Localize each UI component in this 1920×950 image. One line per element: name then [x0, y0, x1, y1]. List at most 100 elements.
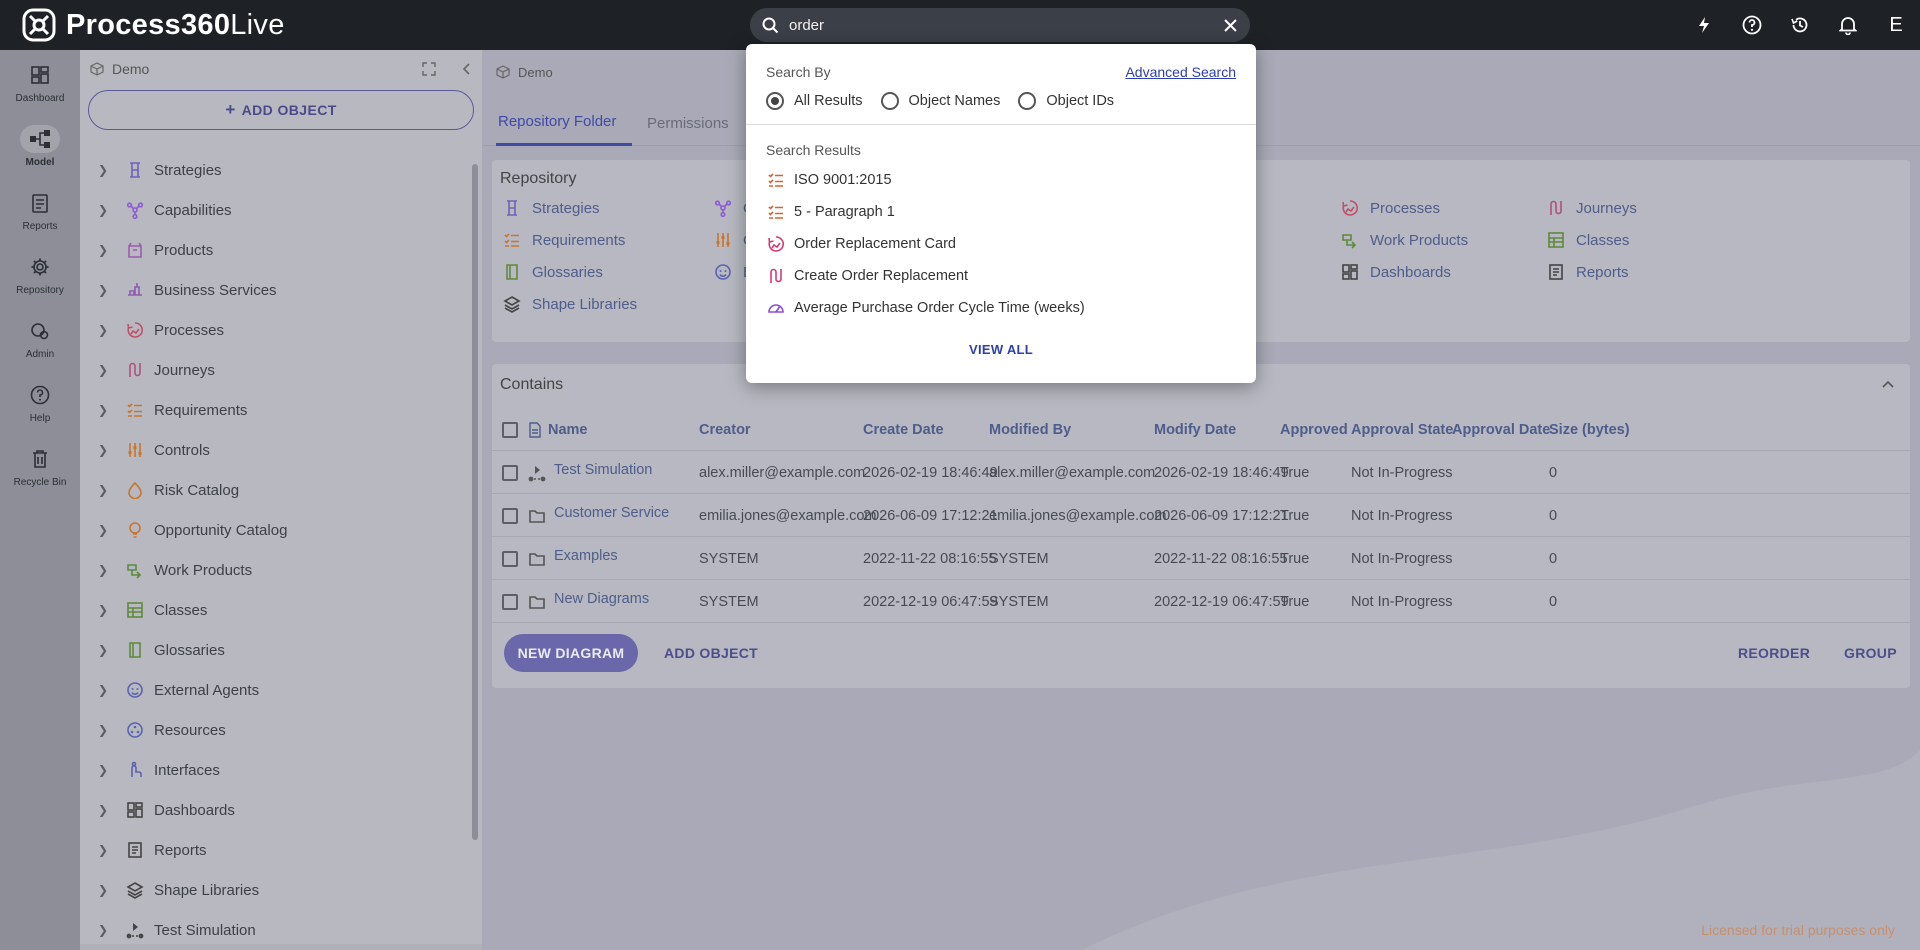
tab-repository-folder[interactable]: Repository Folder [496, 100, 632, 146]
chevron-right-icon[interactable]: ❯ [98, 323, 114, 337]
radio-circle[interactable] [1018, 92, 1037, 110]
repo-link-classes[interactable]: Classes [1546, 230, 1629, 250]
column-header[interactable]: Creator [699, 408, 751, 451]
repo-link-processes[interactable]: Processes [1340, 198, 1440, 218]
repo-link-reports[interactable]: Reports [1546, 262, 1629, 282]
repo-link-shapes[interactable]: Shape Libraries [502, 294, 637, 314]
row-checkbox[interactable] [502, 580, 518, 623]
column-header[interactable]: Modified By [989, 408, 1071, 451]
chevron-right-icon[interactable]: ❯ [98, 803, 114, 817]
radio-object-names[interactable]: Object Names [880, 92, 1000, 110]
chevron-right-icon[interactable]: ❯ [98, 363, 114, 377]
table-row[interactable]: Test Simulation alex.miller@example.com 20… [492, 451, 1910, 494]
tree-item-opportunity[interactable]: ❯ Opportunity Catalog [80, 510, 468, 550]
chevron-right-icon[interactable]: ❯ [98, 883, 114, 897]
new-diagram-button[interactable]: NEW DIAGRAM [504, 634, 638, 672]
chevron-right-icon[interactable]: ❯ [98, 243, 114, 257]
cell-name[interactable]: Test Simulation [554, 448, 652, 491]
add-object-button[interactable]: ADD OBJECT [664, 634, 758, 672]
cell-name[interactable]: Customer Service [554, 491, 669, 534]
tree-item-journeys[interactable]: ❯ Journeys [80, 350, 468, 390]
tree-item-classes[interactable]: ❯ Classes [80, 590, 468, 630]
column-header[interactable]: Size (bytes) [1549, 408, 1630, 451]
repo-link-workproducts[interactable]: Work Products [1340, 230, 1468, 250]
chevron-right-icon[interactable]: ❯ [98, 283, 114, 297]
column-header[interactable]: Approved [1280, 408, 1348, 451]
chevron-right-icon[interactable]: ❯ [98, 203, 114, 217]
nav-recycle-bin[interactable]: Recycle Bin [0, 434, 80, 498]
chevron-up-icon[interactable] [1882, 380, 1894, 388]
radio-object-ids[interactable]: Object IDs [1018, 92, 1114, 110]
tree-item-services[interactable]: ❯ Business Services [80, 270, 468, 310]
clear-search-icon[interactable] [1223, 18, 1238, 33]
row-checkbox[interactable] [502, 494, 518, 537]
radio-circle[interactable] [880, 92, 899, 110]
tree-item-risk[interactable]: ❯ Risk Catalog [80, 470, 468, 510]
search-result-item[interactable]: Order Replacement Card [766, 228, 1236, 260]
chevron-right-icon[interactable]: ❯ [98, 683, 114, 697]
tree-item-strategies[interactable]: ❯ Strategies [80, 150, 468, 190]
repo-link-glossaries[interactable]: Glossaries [502, 262, 603, 282]
tree-item-resources[interactable]: ❯ Resources [80, 710, 468, 750]
view-all-button[interactable]: VIEW ALL [746, 342, 1256, 357]
table-row[interactable]: Examples SYSTEM 2022-11-22 08:16:55 SYSTEM 2… [492, 537, 1910, 580]
history-icon[interactable] [1776, 0, 1824, 50]
chevron-right-icon[interactable]: ❯ [98, 483, 114, 497]
lightning-icon[interactable] [1680, 0, 1728, 50]
reorder-button[interactable]: REORDER [1738, 634, 1810, 672]
tree-item-requirements[interactable]: ❯ Requirements [80, 390, 468, 430]
tree-item-controls[interactable]: ❯ Controls [80, 430, 468, 470]
add-object-button[interactable]: + ADD OBJECT [88, 90, 474, 130]
radio-all-results[interactable]: All Results [766, 92, 863, 110]
search-result-item[interactable]: Create Order Replacement [766, 260, 1236, 292]
nav-model[interactable]: Model [0, 114, 80, 178]
tree-item-processes[interactable]: ❯ Processes [80, 310, 468, 350]
repo-link-journeys[interactable]: Journeys [1546, 198, 1637, 218]
cell-name[interactable]: Examples [554, 534, 618, 577]
bell-icon[interactable] [1824, 0, 1872, 50]
column-header[interactable]: Approval Date [1452, 408, 1550, 451]
search-result-item[interactable]: 5 - Paragraph 1 [766, 196, 1236, 228]
advanced-search-link[interactable]: Advanced Search [1125, 64, 1236, 80]
scrollbar-thumb[interactable] [472, 164, 478, 840]
user-avatar[interactable]: E [1872, 14, 1920, 37]
search-result-item[interactable]: ISO 9001:2015 [766, 164, 1236, 196]
tree-item-glossaries[interactable]: ❯ Glossaries [80, 630, 468, 670]
help-icon[interactable] [1728, 0, 1776, 50]
chevron-right-icon[interactable]: ❯ [98, 603, 114, 617]
nav-repository[interactable]: Repository [0, 242, 80, 306]
cell-name[interactable]: New Diagrams [554, 577, 649, 620]
chevron-right-icon[interactable]: ❯ [98, 723, 114, 737]
tree-item-reports[interactable]: ❯ Reports [80, 830, 468, 870]
nav-help[interactable]: Help [0, 370, 80, 434]
tree-item-shapes[interactable]: ❯ Shape Libraries [80, 870, 468, 910]
tree-item-agents[interactable]: ❯ External Agents [80, 670, 468, 710]
nav-dashboard[interactable]: Dashboard [0, 50, 80, 114]
column-header[interactable]: Create Date [863, 408, 944, 451]
table-row[interactable]: New Diagrams SYSTEM 2022-12-19 06:47:59 SYS… [492, 580, 1910, 623]
tree-item-capabilities[interactable]: ❯ Capabilities [80, 190, 468, 230]
chevron-right-icon[interactable]: ❯ [98, 523, 114, 537]
app-logo[interactable]: Process360Live [22, 8, 285, 42]
chevron-right-icon[interactable]: ❯ [98, 443, 114, 457]
tree-item-interfaces[interactable]: ❯ Interfaces [80, 750, 468, 790]
chevron-right-icon[interactable]: ❯ [98, 763, 114, 777]
nav-reports[interactable]: Reports [0, 178, 80, 242]
collapse-panel-icon[interactable] [462, 63, 472, 75]
group-button[interactable]: GROUP [1844, 634, 1897, 672]
tree-item-workproducts[interactable]: ❯ Work Products [80, 550, 468, 590]
tab-permissions[interactable]: Permissions [647, 100, 729, 146]
search-result-item[interactable]: Average Purchase Order Cycle Time (weeks… [766, 292, 1236, 324]
repo-link-requirements[interactable]: Requirements [502, 230, 625, 250]
table-row[interactable]: Customer Service emilia.jones@example.com… [492, 494, 1910, 537]
row-checkbox[interactable] [502, 451, 518, 494]
chevron-right-icon[interactable]: ❯ [98, 643, 114, 657]
chevron-right-icon[interactable]: ❯ [98, 403, 114, 417]
tree-item-products[interactable]: ❯ Products [80, 230, 468, 270]
chevron-right-icon[interactable]: ❯ [98, 163, 114, 177]
row-checkbox[interactable] [502, 537, 518, 580]
repo-link-dashboards[interactable]: Dashboards [1340, 262, 1451, 282]
nav-admin[interactable]: Admin [0, 306, 80, 370]
column-header[interactable]: Modify Date [1154, 408, 1236, 451]
column-header[interactable]: Name [548, 408, 588, 451]
